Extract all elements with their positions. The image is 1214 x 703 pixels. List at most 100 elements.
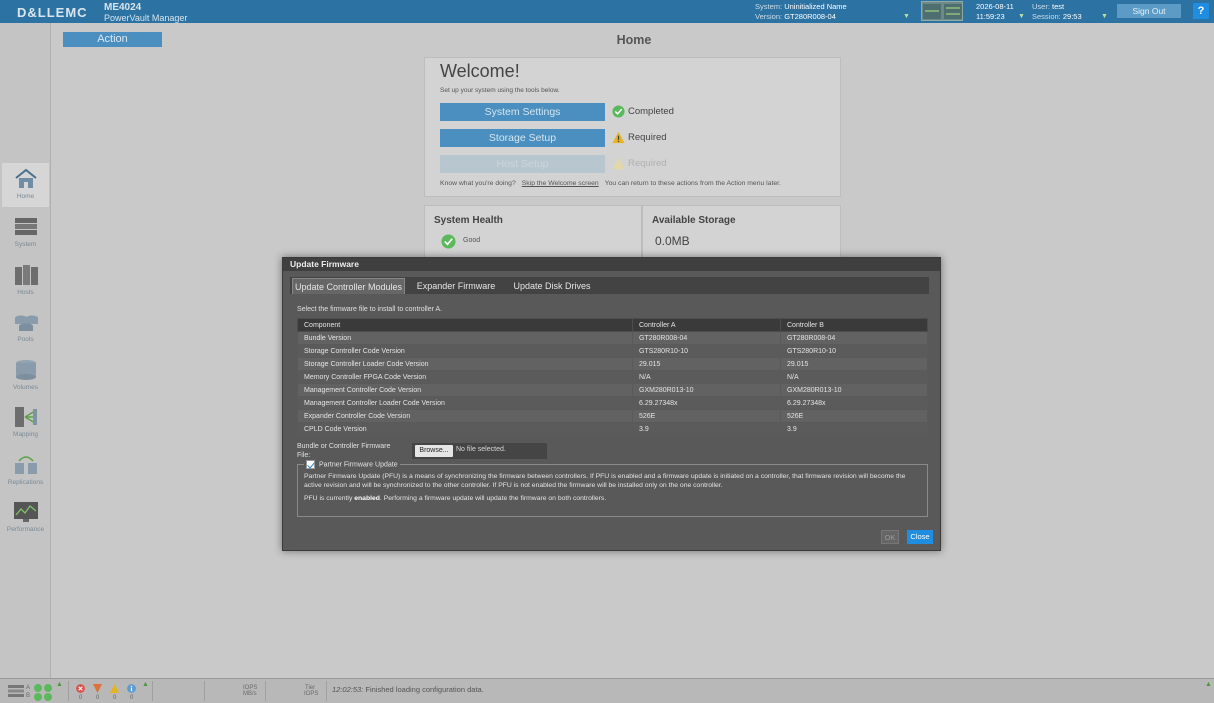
controller-expand-icon[interactable]: ▲: [56, 681, 63, 688]
table-cell: 29.015: [632, 357, 781, 371]
pfu-status: PFU is currently enabled. Performing a f…: [304, 495, 606, 502]
user-label: User:: [1032, 2, 1050, 11]
sidebar-item-home[interactable]: Home: [2, 163, 49, 207]
firmware-file-label: Bundle or Controller Firmware File:: [297, 443, 391, 459]
controller-status-icon[interactable]: [33, 683, 53, 701]
system-settings-button[interactable]: System Settings: [440, 103, 605, 121]
messages-expand-icon[interactable]: ▲: [1205, 681, 1212, 688]
table-row: Storage Controller Code Version GTS280R10…: [297, 344, 928, 358]
user-info: User: test Session: 29:53: [1032, 2, 1082, 22]
current-time: 11:59:23: [976, 12, 1005, 21]
divider: [152, 681, 153, 701]
user-arrow-icon[interactable]: ▼: [1101, 13, 1108, 20]
system-name: Uninitialized Name: [784, 2, 847, 11]
column-header-component: Component: [297, 318, 633, 332]
sidebar-item-hosts[interactable]: Hosts: [2, 259, 49, 303]
table-header-row: Component Controller A Controller B: [297, 318, 928, 332]
sidebar-item-replications[interactable]: Replications: [2, 449, 49, 493]
action-button[interactable]: Action: [63, 32, 162, 47]
enclosure-icon[interactable]: [8, 684, 24, 698]
pfu-legend: Partner Firmware Update: [304, 460, 400, 469]
table-cell: Management Controller Code Version: [297, 383, 633, 397]
tier-iops-label: IOPS: [304, 691, 319, 697]
tab-update-disk-drives[interactable]: Update Disk Drives: [506, 278, 598, 294]
download-arrow-icon[interactable]: ▼: [903, 13, 910, 20]
table-cell: 3.9: [632, 422, 781, 436]
help-button[interactable]: ?: [1193, 3, 1209, 19]
info-alert-icon[interactable]: [127, 684, 136, 693]
table-cell: GT280R008-04: [780, 331, 928, 345]
table-cell: GT280R008-04: [632, 331, 781, 345]
alerts-expand-icon[interactable]: ▲: [142, 681, 149, 688]
system-label: System:: [755, 2, 783, 11]
pfu-description: Partner Firmware Update (PFU) is a means…: [304, 473, 906, 489]
health-status-text: Good: [463, 237, 481, 244]
tab-update-controller-modules[interactable]: Update Controller Modules: [292, 278, 405, 294]
error-alert-icon[interactable]: [93, 684, 102, 693]
sidebar-item-mapping[interactable]: Mapping: [2, 401, 49, 445]
sidebar-label-home: Home: [16, 193, 35, 200]
home-icon: [14, 168, 37, 188]
sidebar-item-volumes[interactable]: Volumes: [2, 354, 49, 398]
critical-alert-icon[interactable]: [76, 684, 85, 693]
update-firmware-dialog: Update Firmware Update Controller Module…: [282, 257, 941, 551]
column-header-controller-b: Controller B: [780, 318, 928, 332]
sidebar-item-performance[interactable]: Performance: [2, 496, 49, 540]
storage-setup-button[interactable]: Storage Setup: [440, 129, 605, 147]
welcome-title: Welcome!: [440, 61, 520, 81]
welcome-footer-suffix: You can return to these actions from the…: [604, 180, 781, 187]
controller-a-label: A: [26, 685, 31, 691]
browse-button[interactable]: Browse...: [415, 445, 453, 457]
system-health-title: System Health: [434, 215, 503, 226]
table-cell: 6.29.27348x: [780, 396, 928, 410]
page-title: Home: [616, 33, 652, 47]
system-thumbnail[interactable]: [921, 1, 963, 21]
dialog-tabs: Update Controller Modules Expander Firmw…: [290, 277, 929, 294]
tab-expander-firmware[interactable]: Expander Firmware: [410, 278, 502, 294]
error-alert-count: 0: [96, 695, 100, 701]
host-setup-button[interactable]: Host Setup: [440, 155, 605, 173]
table-cell: GXM280R013-10: [632, 383, 781, 397]
ok-button[interactable]: OK: [881, 530, 899, 544]
no-file-text: No file selected.: [456, 446, 506, 453]
warning-icon: [612, 131, 625, 144]
pfu-status-suffix: . Performing a firmware update will upda…: [379, 495, 607, 502]
firmware-version-table: Component Controller A Controller B Bund…: [297, 318, 928, 436]
divider: [265, 681, 266, 701]
sidebar: Home System Hosts Pools Volumes Mapping …: [0, 23, 51, 678]
table-cell: 526E: [780, 409, 928, 423]
available-storage-title: Available Storage: [652, 215, 736, 226]
table-row: Bundle Version GT280R008-04 GT280R008-04: [297, 331, 928, 345]
welcome-subtitle: Set up your system using the tools below…: [440, 87, 560, 94]
replications-icon: [14, 456, 37, 474]
partner-firmware-update-group: Partner Firmware Update Partner Firmware…: [297, 460, 928, 517]
table-cell: 526E: [632, 409, 781, 423]
product-info: ME4024 PowerVault Manager: [104, 3, 187, 24]
check-circle-icon: [612, 105, 625, 118]
storage-setup-status-text: Required: [628, 132, 667, 144]
top-header: D&LLEMC ME4024 PowerVault Manager System…: [0, 0, 1214, 23]
table-row: Management Controller Loader Code Versio…: [297, 396, 928, 410]
warning-alert-icon[interactable]: [110, 684, 119, 693]
table-cell: Storage Controller Loader Code Version: [297, 357, 633, 371]
sidebar-item-system[interactable]: System: [2, 211, 49, 255]
system-settings-status-text: Completed: [628, 106, 674, 118]
storage-setup-status: Required: [612, 131, 667, 145]
table-cell: 6.29.27348x: [632, 396, 781, 410]
time-arrow-icon[interactable]: ▼: [1018, 13, 1025, 20]
firmware-instruction: Select the firmware file to install to c…: [297, 306, 443, 313]
table-cell: CPLD Code Version: [297, 422, 633, 436]
available-storage-value: 0.0MB: [655, 234, 690, 248]
sign-out-button[interactable]: Sign Out: [1117, 4, 1181, 18]
session-value: 29:53: [1062, 12, 1082, 21]
table-cell: N/A: [780, 370, 928, 384]
close-button[interactable]: Close: [907, 530, 933, 544]
firmware-file-input[interactable]: Browse... No file selected.: [412, 443, 547, 459]
table-row: CPLD Code Version 3.9 3.9: [297, 422, 928, 436]
current-date: 2026-08-11: [976, 2, 1014, 11]
table-cell: N/A: [632, 370, 781, 384]
sidebar-item-pools[interactable]: Pools: [2, 306, 49, 350]
pfu-checkbox[interactable]: [306, 460, 315, 469]
status-message-text: Finished loading configuration data.: [365, 685, 484, 694]
skip-welcome-link[interactable]: Skip the Welcome screen: [522, 180, 599, 187]
